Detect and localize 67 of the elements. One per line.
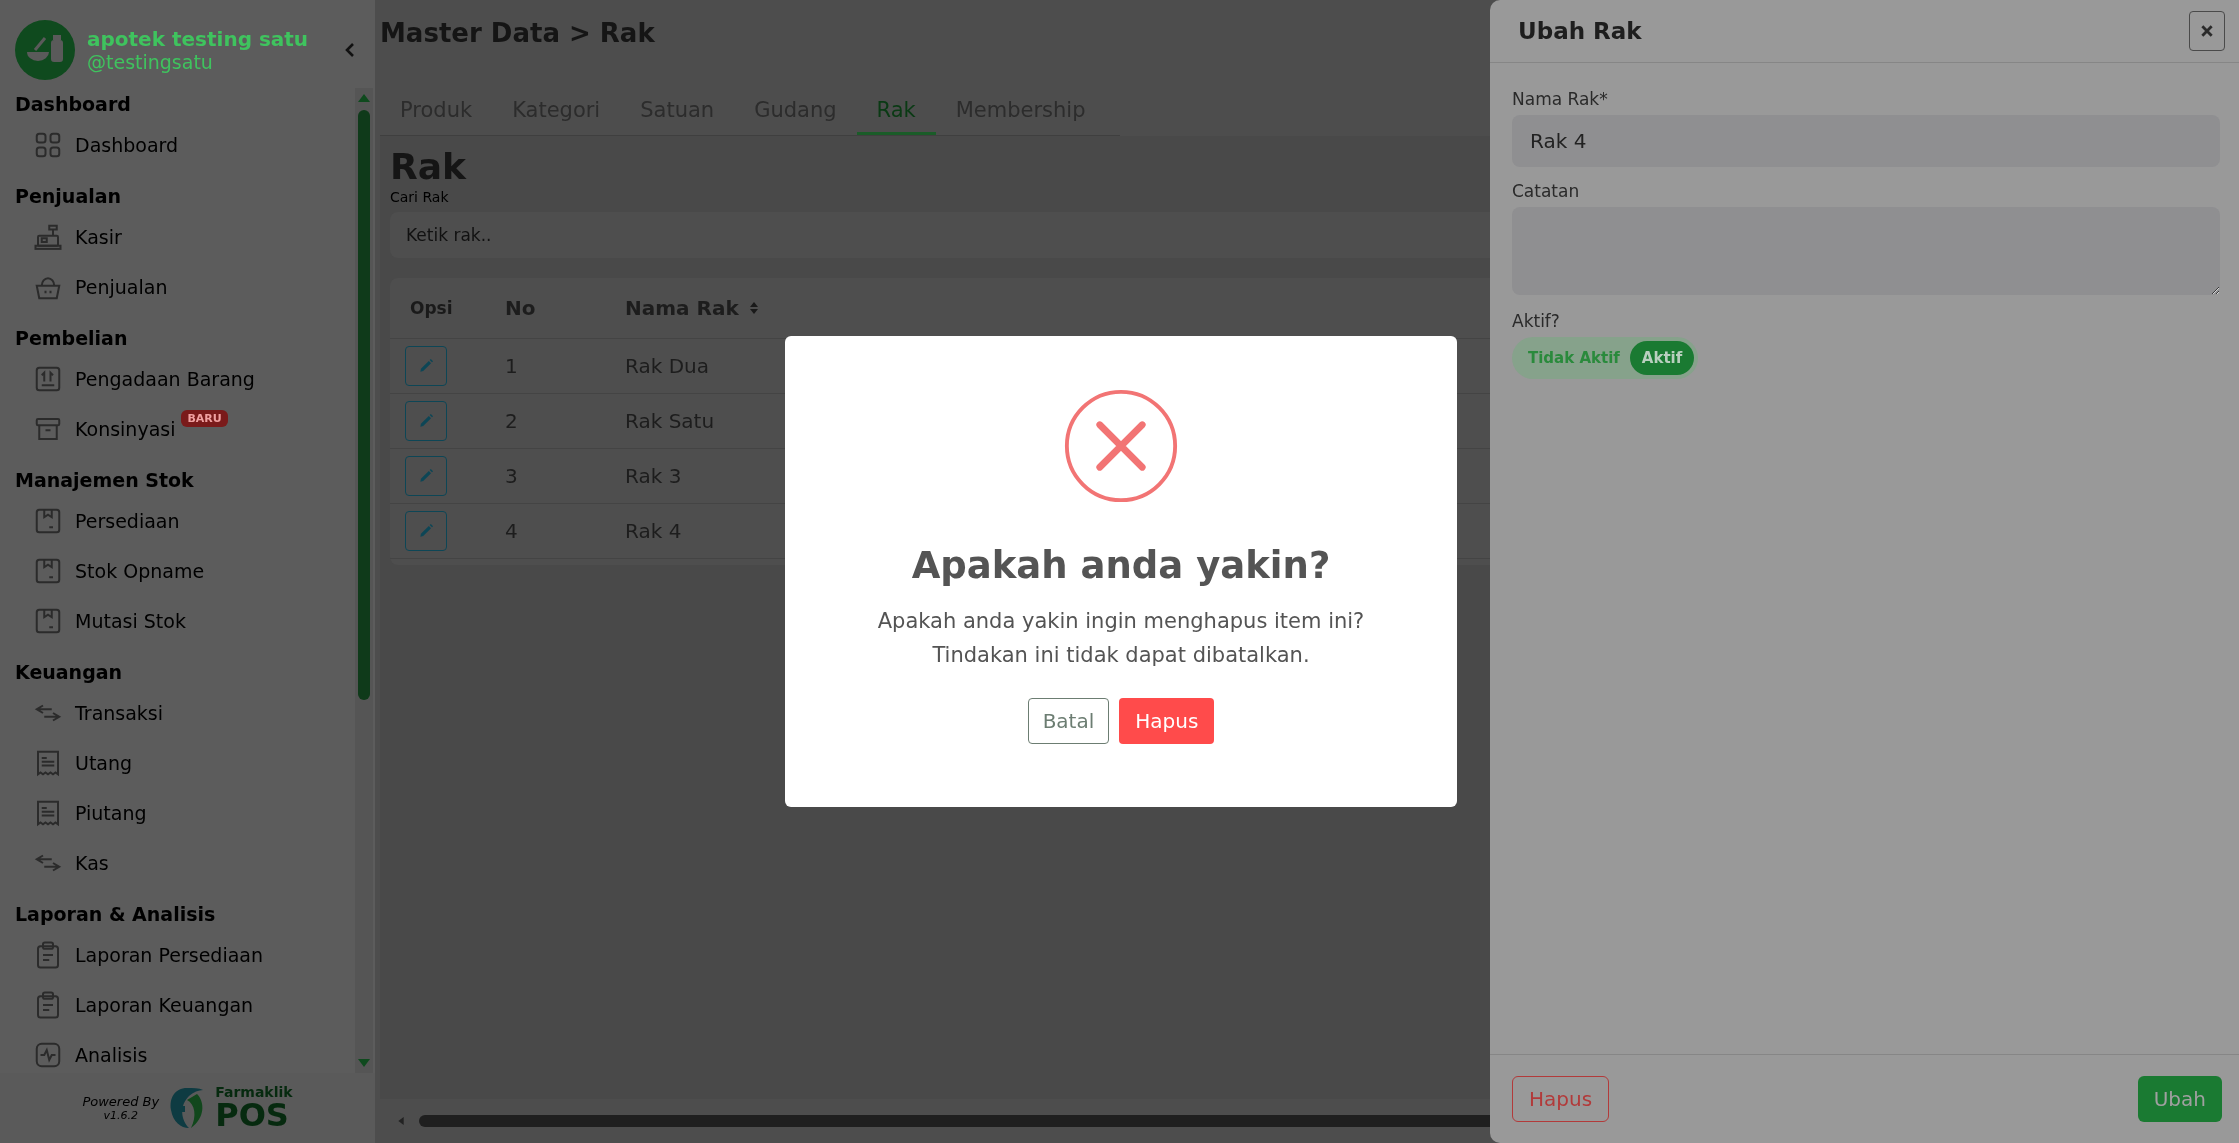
delete-button[interactable]: Hapus xyxy=(1512,1076,1610,1122)
close-icon xyxy=(2200,24,2214,38)
drawer-title: Ubah Rak xyxy=(1518,18,1642,44)
dialog-message: Apakah anda yakin ingin menghapus item ini? Tindakan ini tidak dapat dibatalkan. xyxy=(877,608,1365,669)
pencil-icon xyxy=(417,522,435,540)
sidebar-item[interactable]: Penjualan xyxy=(15,262,355,312)
sidebar-item[interactable]: Persediaan xyxy=(15,496,355,546)
scrollbar[interactable] xyxy=(355,88,373,1073)
menu-section-heading: Manajemen Stok xyxy=(15,468,195,493)
edit-button[interactable] xyxy=(405,346,447,386)
field-label: Aktif? xyxy=(1512,311,1561,331)
save-button[interactable]: Ubah xyxy=(2137,1076,2222,1122)
pencil-icon xyxy=(417,412,435,430)
sidebar-item[interactable]: Konsinyasi BARU xyxy=(15,404,355,454)
new-badge: BARU xyxy=(181,410,228,427)
sidebar-item[interactable]: Analisis xyxy=(15,1030,355,1080)
store-name: apotek testing satu xyxy=(87,27,310,51)
menu-section-heading: Keuangan xyxy=(15,660,124,685)
sidebar-item[interactable]: Dashboard xyxy=(15,120,355,170)
error-icon xyxy=(1063,388,1179,504)
sort-icon[interactable] xyxy=(748,301,759,315)
sidebar-item[interactable]: Laporan Persediaan xyxy=(15,930,355,980)
field-label: Catatan xyxy=(1512,181,1581,201)
cash-register-icon xyxy=(33,222,63,252)
edit-button[interactable] xyxy=(405,401,447,441)
chevron-left-icon xyxy=(345,43,355,57)
menu-section-heading: Laporan & Analisis xyxy=(15,902,217,927)
close-button[interactable] xyxy=(2189,11,2225,51)
toggle-option[interactable]: Aktif xyxy=(1629,341,1695,375)
menu-section-heading: Penjualan xyxy=(15,184,123,209)
breadcrumb-title: Master Data > Rak xyxy=(380,18,655,50)
version-text: v1.6.2 xyxy=(103,1109,139,1122)
sidebar-item[interactable]: Pengadaan Barang xyxy=(15,354,355,404)
logo-wordmark: POS xyxy=(215,1099,289,1131)
sidebar-item[interactable]: Laporan Keuangan xyxy=(15,980,355,1030)
box-icon xyxy=(33,506,63,536)
edit-button[interactable] xyxy=(405,511,447,551)
scroll-up-icon[interactable] xyxy=(358,94,370,102)
sidebar-item[interactable]: Kasir xyxy=(15,212,355,262)
edit-button[interactable] xyxy=(405,456,447,496)
menu-section-heading: Pembelian xyxy=(15,326,129,351)
sidebar-item[interactable]: Piutang xyxy=(15,788,355,838)
pulse-icon xyxy=(33,1040,63,1070)
search-label: Cari Rak xyxy=(390,189,449,205)
sidebar-item[interactable]: Stok Opname xyxy=(15,546,355,596)
menu-section-heading: Dashboard xyxy=(15,92,132,117)
field-label: Nama Rak* xyxy=(1512,89,1609,109)
powered-by-text: Powered By xyxy=(82,1094,160,1109)
notes-field[interactable] xyxy=(1512,207,2220,295)
sidebar-item[interactable]: Transaksi xyxy=(15,688,355,738)
scroll-down-icon[interactable] xyxy=(358,1059,370,1067)
cancel-button[interactable]: Batal xyxy=(1027,698,1110,745)
grid-icon xyxy=(33,130,63,160)
input-field[interactable]: Rak 4 xyxy=(1512,115,2220,167)
store-handle: @testingsatu xyxy=(87,51,214,73)
dialog-title: Apakah anda yakin? xyxy=(911,544,1331,587)
confirm-button[interactable]: Hapus xyxy=(1119,698,1215,745)
sidebar-item[interactable]: Kas xyxy=(15,838,355,888)
upload-box-icon xyxy=(33,364,63,394)
sidebar-item[interactable]: Utang xyxy=(15,738,355,788)
box-icon xyxy=(33,606,63,636)
box-icon xyxy=(33,556,63,586)
logo-wordmark: Farmaklik xyxy=(215,1085,293,1099)
pharmacy-logo-icon xyxy=(15,20,75,80)
pencil-icon xyxy=(417,357,435,375)
pencil-icon xyxy=(417,467,435,485)
sidebar-item[interactable]: Mutasi Stok xyxy=(15,596,355,646)
